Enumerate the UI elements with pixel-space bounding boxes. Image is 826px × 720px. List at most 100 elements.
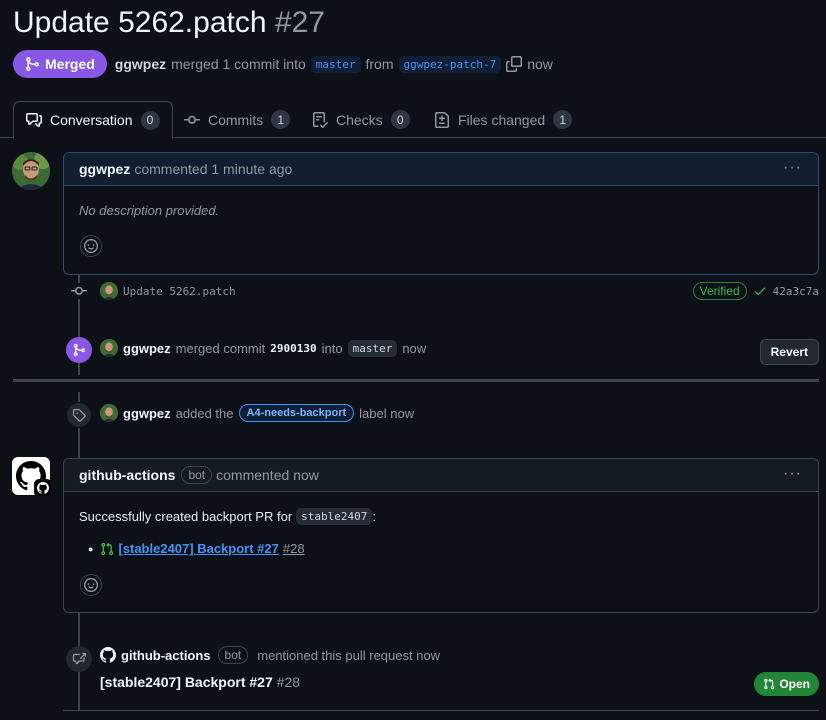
tab-checks-count: 0 [390, 110, 410, 129]
tag-icon [72, 408, 86, 422]
pr-number: #27 [274, 6, 325, 39]
copy-icon[interactable] [506, 56, 523, 72]
open-status-label: Open [779, 677, 810, 691]
avatar[interactable] [100, 404, 118, 422]
mention-event-text[interactable]: mentioned this pull request now [257, 648, 440, 663]
checklist-icon [313, 111, 328, 128]
head-branch[interactable]: ggwpez-patch-7 [398, 55, 502, 73]
label-event-badge [66, 402, 92, 428]
pr-tabs: Conversation 0 Commits 1 Checks 0 Files … [0, 101, 826, 139]
referenced-pr-number[interactable]: #28 [277, 674, 300, 690]
commit-row: Update 5262.patch [100, 282, 236, 300]
mention-event-author[interactable]: github-actions [121, 648, 211, 663]
label-event-suffix: label now [359, 405, 415, 421]
commit-sha-link[interactable]: 42a3c7a [773, 285, 819, 298]
comment-body: Successfully created backport PR for sta… [79, 508, 376, 525]
timeline-divider [63, 710, 819, 711]
pr-state-row: Merged ggwpez merged 1 commit into maste… [13, 50, 553, 78]
merge-action-text: merged 1 commit into [171, 56, 306, 72]
cross-reference-icon [72, 652, 86, 665]
comment-discussion-icon [26, 113, 42, 127]
verified-badge[interactable]: Verified [692, 282, 747, 300]
merge-event-into: into [321, 340, 343, 356]
comment-meta[interactable]: commented 1 minute ago [134, 161, 292, 177]
merge-divider [13, 379, 819, 382]
file-diff-icon [435, 111, 449, 128]
referenced-pr-title[interactable]: [stable2407] Backport #27 [100, 674, 273, 690]
comment-body-text: Successfully created backport PR for [79, 509, 293, 524]
merge-event-time[interactable]: now [402, 341, 426, 356]
bot-badge: bot [181, 466, 213, 484]
pr-title-text: Update 5262.patch [13, 6, 267, 39]
comment-box: ggwpez commented 1 minute ago ··· No des… [63, 152, 819, 275]
referenced-pr: [stable2407] Backport #27 #28 [100, 674, 300, 690]
merge-commit-sha[interactable]: 2900130 [270, 342, 316, 355]
commit-message-link[interactable]: Update 5262.patch [123, 285, 236, 298]
pr-author-link[interactable]: ggwpez [115, 56, 166, 72]
pr-title: Update 5262.patch #27 [13, 6, 325, 40]
commit-meta: Verified 42a3c7a [692, 282, 819, 300]
git-merge-icon [26, 57, 40, 71]
smiley-icon [84, 239, 98, 253]
list-item: ● [stable2407] Backport #27 #28 [88, 541, 305, 556]
merge-event-badge [66, 337, 92, 363]
mark-github-icon [100, 647, 116, 663]
git-commit-icon [184, 115, 200, 124]
git-pull-request-icon [101, 542, 114, 555]
app-badge [34, 479, 52, 497]
merge-time: now [527, 56, 553, 72]
avatar[interactable] [100, 282, 118, 300]
from-text: from [365, 56, 394, 72]
merge-event: ggwpez merged commit 2900130 into master… [100, 339, 426, 357]
kebab-menu-icon[interactable]: ··· [783, 466, 802, 482]
avatar[interactable] [100, 339, 118, 357]
revert-button[interactable]: Revert [759, 339, 819, 365]
commit-node [70, 283, 88, 299]
check-icon [754, 287, 765, 296]
kebab-menu-icon[interactable]: ··· [783, 160, 802, 176]
comment-body-suffix: : [372, 509, 377, 524]
merge-event-author[interactable]: ggwpez [123, 341, 171, 356]
tab-conversation-count: 0 [140, 110, 160, 130]
tab-files-changed[interactable]: Files changed 1 [422, 101, 584, 138]
merge-event-text: merged commit [175, 340, 266, 356]
tab-commits-label: Commits [208, 111, 264, 128]
tab-commits-count: 1 [271, 110, 291, 129]
git-merge-icon [73, 343, 86, 357]
tab-files-changed-label: Files changed [458, 111, 546, 128]
base-branch[interactable]: master [310, 55, 361, 73]
mention-event: github-actions bot mentioned this pull r… [100, 646, 440, 664]
merge-summary: ggwpez merged 1 commit into master from … [115, 55, 553, 73]
merge-event-branch[interactable]: master [347, 339, 398, 357]
label-event-author[interactable]: ggwpez [123, 406, 171, 421]
smiley-icon [84, 578, 98, 592]
backport-pr-number[interactable]: #28 [283, 541, 305, 556]
tab-conversation[interactable]: Conversation 0 [13, 101, 173, 139]
tab-commits[interactable]: Commits 1 [172, 101, 302, 138]
comment-header: ggwpez commented 1 minute ago [64, 153, 818, 186]
comment-body: No description provided. [79, 203, 220, 218]
avatar[interactable] [12, 152, 50, 190]
label-chip[interactable]: A4-needs-backport [238, 404, 355, 422]
git-commit-icon [71, 286, 87, 295]
bot-badge: bot [217, 646, 249, 664]
cross-reference-badge [66, 646, 92, 672]
comment-author[interactable]: github-actions [79, 467, 175, 483]
tab-checks[interactable]: Checks 0 [300, 101, 422, 138]
tab-files-changed-count: 1 [553, 110, 573, 129]
tab-conversation-label: Conversation [50, 112, 133, 128]
git-pull-request-icon [764, 678, 775, 690]
comment-body-code: stable2407 [296, 508, 373, 525]
comment-author[interactable]: ggwpez [79, 161, 130, 177]
add-reaction-button[interactable] [80, 574, 102, 596]
tab-checks-label: Checks [336, 111, 383, 128]
label-event: ggwpez added the A4-needs-backport label… [100, 404, 414, 422]
label-event-text: added the [175, 405, 234, 421]
backport-pr-link[interactable]: [stable2407] Backport #27 [118, 541, 278, 556]
avatar[interactable] [12, 457, 52, 497]
merged-badge-label: Merged [45, 56, 95, 72]
comment-meta[interactable]: commented now [216, 467, 319, 483]
mark-github-icon [37, 482, 49, 494]
add-reaction-button[interactable] [80, 235, 102, 257]
open-status-badge: Open [754, 672, 819, 696]
